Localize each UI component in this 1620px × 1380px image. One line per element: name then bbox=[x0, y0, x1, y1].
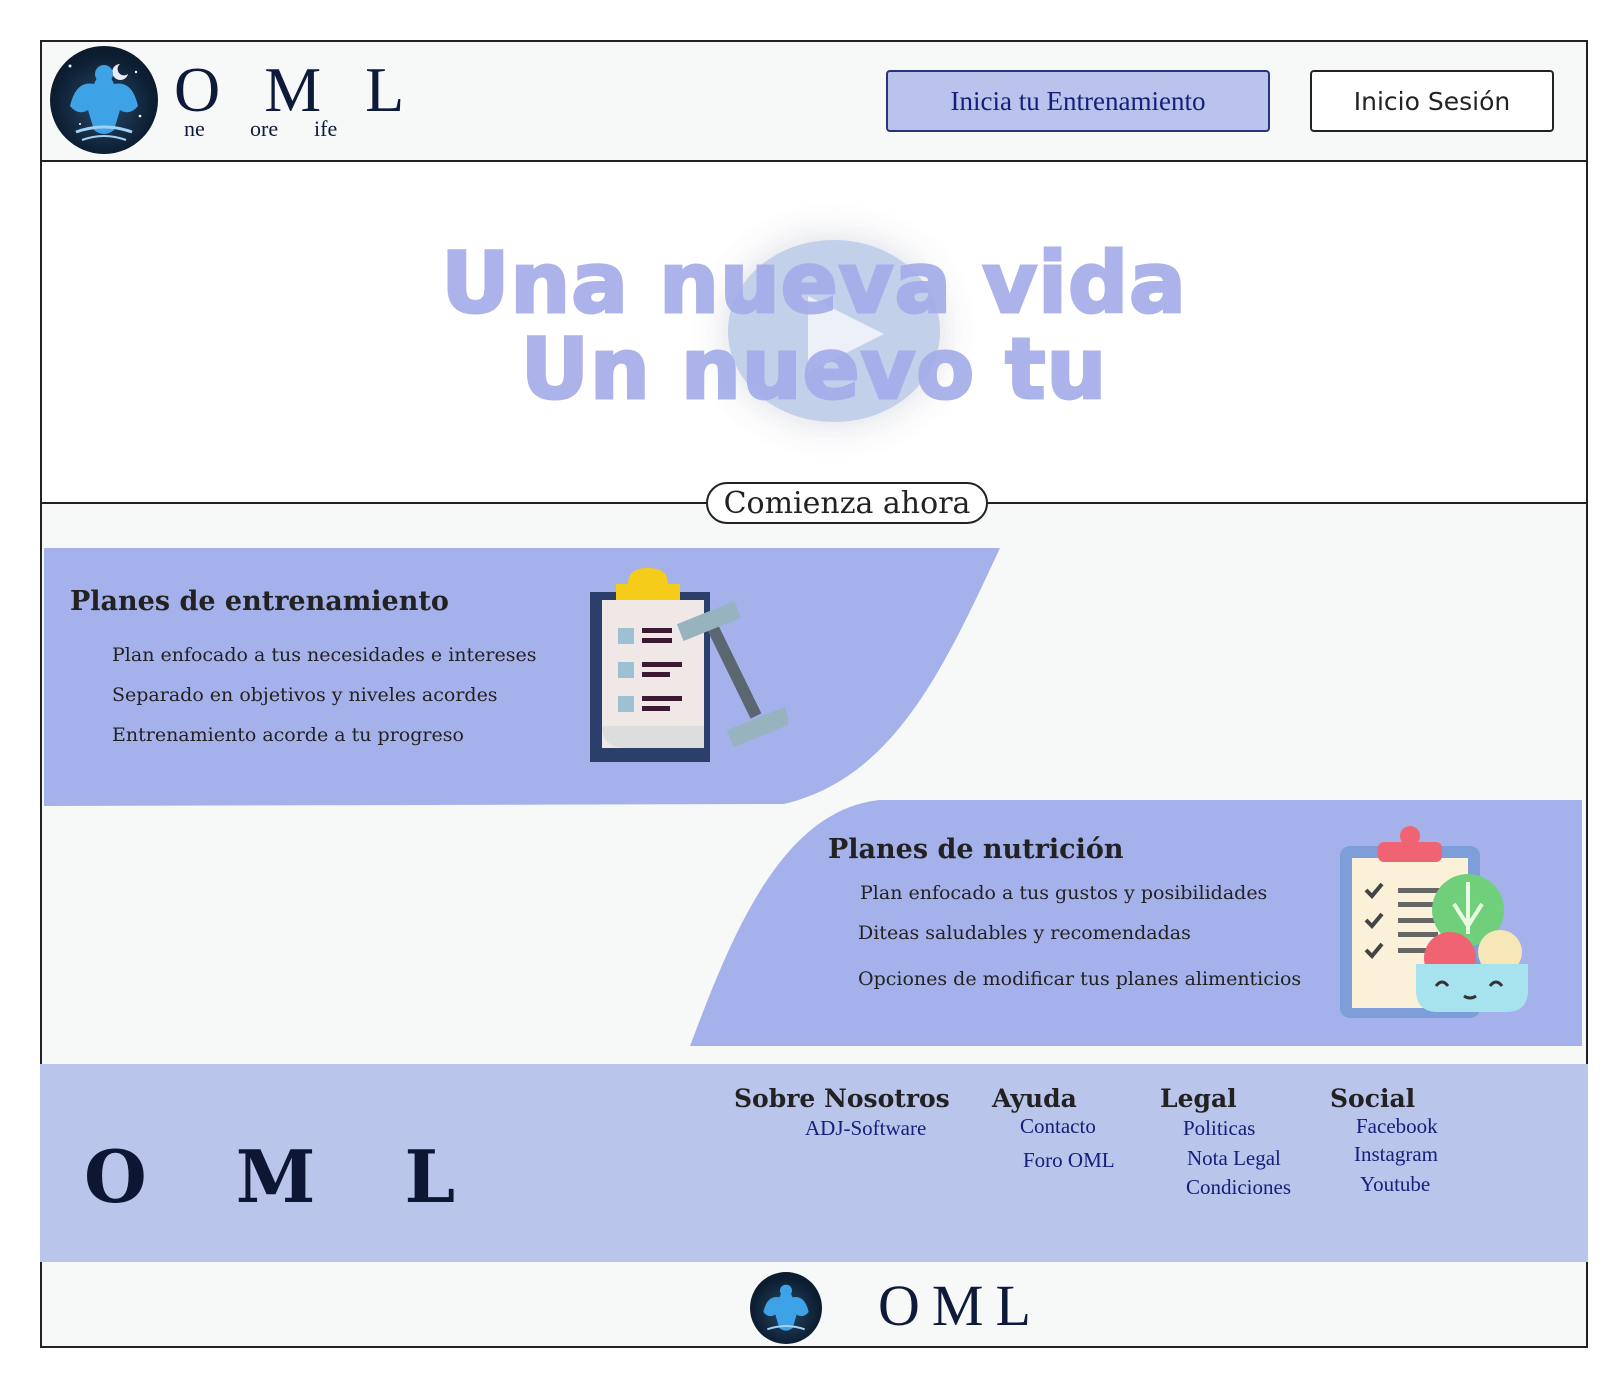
nutrition-item: Diteas saludables y recomendadas bbox=[858, 922, 1191, 944]
footer-link-youtube[interactable]: Youtube bbox=[1360, 1172, 1430, 1197]
logo-badge-icon[interactable] bbox=[50, 46, 158, 154]
logo-subtext-ore: ore bbox=[250, 116, 279, 141]
bottom-brand: OML bbox=[878, 1273, 1043, 1338]
nutrition-title: Planes de nutrición bbox=[828, 834, 1124, 865]
logo-wordmark[interactable]: O M L ne ore ife bbox=[174, 58, 418, 142]
bottom-logo-badge-icon bbox=[750, 1272, 822, 1344]
start-now-button[interactable]: Comienza ahora bbox=[706, 482, 988, 524]
nutrition-item: Plan enfocado a tus gustos y posibilidad… bbox=[860, 882, 1268, 904]
training-title: Planes de entrenamiento bbox=[70, 586, 449, 617]
footer-link-contact[interactable]: Contacto bbox=[1020, 1114, 1096, 1139]
footer-link-facebook[interactable]: Facebook bbox=[1356, 1114, 1438, 1139]
footer-title-help: Ayuda bbox=[992, 1084, 1077, 1113]
training-item: Plan enfocado a tus necesidades e intere… bbox=[112, 644, 537, 666]
footer-link-policies[interactable]: Politicas bbox=[1183, 1116, 1255, 1141]
footer-logo[interactable]: O M L bbox=[84, 1134, 487, 1219]
start-training-button[interactable]: Inicia tu Entrenamiento bbox=[886, 70, 1270, 132]
footer-title-about: Sobre Nosotros bbox=[734, 1084, 950, 1113]
site-header: O M L ne ore ife Inicia tu Entrenamiento… bbox=[40, 40, 1588, 162]
nutrition-plans-section: Planes de nutrición Plan enfocado a tus … bbox=[690, 800, 1588, 1050]
logo-letters: O M L bbox=[174, 54, 419, 125]
footer-link-conditions[interactable]: Condiciones bbox=[1186, 1175, 1291, 1200]
login-button[interactable]: Inicio Sesión bbox=[1310, 70, 1554, 132]
footer-link-instagram[interactable]: Instagram bbox=[1354, 1142, 1438, 1167]
clipboard-dumbbell-icon bbox=[590, 568, 788, 762]
hero-banner: Una nueva vida Un nuevo tu bbox=[40, 162, 1588, 504]
logo-subtext-ne: ne bbox=[184, 116, 205, 141]
clipboard-salad-icon bbox=[1340, 826, 1528, 1018]
hero-line-2: Un nuevo tu bbox=[519, 320, 1108, 418]
footer-title-legal: Legal bbox=[1160, 1084, 1237, 1113]
hero-headline: Una nueva vida Un nuevo tu bbox=[42, 234, 1586, 418]
site-footer: O M L Sobre Nosotros ADJ-Software Ayuda … bbox=[40, 1064, 1588, 1262]
hero-line-1: Una nueva vida bbox=[440, 234, 1188, 332]
footer-link-legal-note[interactable]: Nota Legal bbox=[1187, 1146, 1281, 1171]
logo-subtext-ife: ife bbox=[314, 116, 338, 141]
footer-link-adj-software[interactable]: ADJ-Software bbox=[805, 1116, 926, 1141]
footer-link-forum[interactable]: Foro OML bbox=[1023, 1148, 1115, 1173]
training-item: Entrenamiento acorde a tu progreso bbox=[112, 724, 464, 746]
training-plans-section: Planes de entrenamiento Plan enfocado a … bbox=[44, 548, 1004, 810]
nutrition-item: Opciones de modificar tus planes aliment… bbox=[858, 968, 1302, 990]
footer-title-social: Social bbox=[1330, 1084, 1416, 1113]
training-item: Separado en objetivos y niveles acordes bbox=[112, 684, 498, 706]
